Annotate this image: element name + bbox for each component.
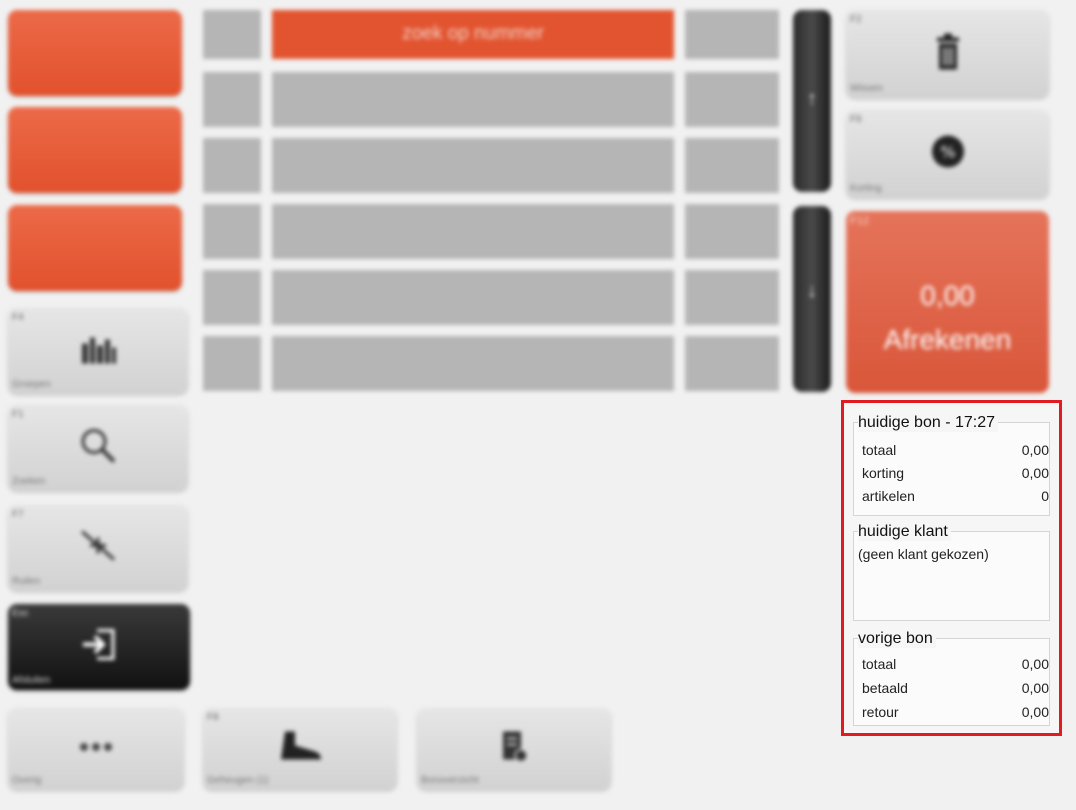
checkout-amount: 0,00 <box>920 280 975 311</box>
line-cell-left <box>203 138 261 193</box>
row-label: totaal <box>862 442 897 458</box>
line-cell-right <box>685 138 779 193</box>
discount-button[interactable]: F6 % Korting <box>846 110 1049 198</box>
current-receipt-row: korting 0,00 <box>862 465 1049 481</box>
memory-button[interactable]: F8 Geheugen (1) <box>203 708 397 790</box>
quick-button-2[interactable] <box>8 107 182 193</box>
line-cell-mid <box>272 336 674 391</box>
checkout-fkey: F12 <box>850 215 869 227</box>
line-cell-right <box>685 336 779 391</box>
arrow-down-icon: ↓ <box>807 280 817 302</box>
exit-door-icon <box>8 627 190 668</box>
line-cell-left <box>203 10 261 59</box>
groups-fkey: F4 <box>12 312 24 323</box>
search-button[interactable]: F1 Zoeken <box>8 405 188 491</box>
line-cell-right <box>685 204 779 259</box>
discount-fkey: F6 <box>850 114 862 125</box>
row-label: korting <box>862 465 905 481</box>
scroll-down-button[interactable]: ↓ <box>793 206 831 392</box>
previous-receipt-row: betaald 0,00 <box>862 680 1049 696</box>
exchange-arrows-icon <box>8 528 188 569</box>
current-customer-text: (geen klant gekozen) <box>858 546 989 562</box>
memory-label: Geheugen (1) <box>207 775 269 786</box>
receipt-list-icon <box>417 730 611 769</box>
row-value: 0,00 <box>1021 442 1049 458</box>
exchange-fkey: F7 <box>12 509 24 520</box>
row-label: artikelen <box>862 488 915 504</box>
row-value: 0,00 <box>1021 704 1049 720</box>
row-label: retour <box>862 704 899 720</box>
line-cell-right <box>685 72 779 127</box>
current-receipt-title: huidige bon - 17:27 <box>858 414 998 432</box>
search-fkey: F1 <box>12 409 24 420</box>
exchange-label: Ruilen <box>12 576 41 587</box>
row-value: 0,00 <box>1021 656 1049 672</box>
row-label: totaal <box>862 656 897 672</box>
line-cell-mid <box>272 204 674 259</box>
search-by-number-label: zoek op nummer <box>402 23 544 44</box>
row-value: 0,00 <box>1021 465 1049 481</box>
row-value: 0 <box>1041 488 1049 504</box>
scroll-up-button[interactable]: ↑ <box>793 10 831 192</box>
groups-button[interactable]: F4 Groepen <box>8 308 188 394</box>
line-cell-left <box>203 204 261 259</box>
row-label: betaald <box>862 680 908 696</box>
other-label: Overig <box>12 775 42 786</box>
clear-fkey: F2 <box>850 14 862 25</box>
clear-button[interactable]: F2 Wissen <box>846 10 1049 98</box>
line-cell-left <box>203 72 261 127</box>
exit-button[interactable]: Esc Afsluiten <box>8 604 190 690</box>
bottles-icon <box>8 332 188 371</box>
line-cell-right <box>685 10 779 59</box>
current-customer-title: huidige klant <box>858 523 951 541</box>
row-value: 0,00 <box>1021 680 1049 696</box>
receipt-info-panel: huidige bon - 17:27 totaal 0,00 korting … <box>841 400 1062 736</box>
other-button[interactable]: Overig <box>8 708 184 790</box>
quick-button-1[interactable] <box>8 10 182 96</box>
line-cell-left <box>203 336 261 391</box>
clear-label: Wissen <box>850 83 883 94</box>
search-by-number-field[interactable]: zoek op nummer <box>272 10 674 59</box>
trash-icon <box>846 32 1049 77</box>
receipt-overview-label: Bonoverzicht <box>421 775 479 786</box>
line-cell-mid <box>272 270 674 325</box>
more-dots-icon <box>8 740 184 758</box>
memory-fkey: F8 <box>207 712 219 723</box>
exit-label: Afsluiten <box>12 675 51 686</box>
discount-label: Korting <box>850 183 882 194</box>
exit-fkey: Esc <box>12 608 29 619</box>
arrow-up-icon: ↑ <box>807 88 817 110</box>
groups-label: Groepen <box>12 379 51 390</box>
line-cell-left <box>203 270 261 325</box>
current-customer-box: huidige klant <box>853 523 1050 621</box>
previous-receipt-title: vorige bon <box>858 630 936 648</box>
line-cell-right <box>685 270 779 325</box>
previous-receipt-row: totaal 0,00 <box>862 656 1049 672</box>
quick-button-3[interactable] <box>8 205 182 291</box>
percent-icon: % <box>846 134 1049 175</box>
svg-text:%: % <box>940 143 955 162</box>
search-icon <box>8 426 188 471</box>
line-cell-mid <box>272 138 674 193</box>
line-cell-mid <box>272 72 674 127</box>
checkout-label: Afrekenen <box>883 324 1012 355</box>
receipt-overview-button[interactable]: Bonoverzicht <box>417 708 611 790</box>
search-label: Zoeken <box>12 476 46 487</box>
previous-receipt-row: retour 0,00 <box>862 704 1049 720</box>
current-receipt-row: totaal 0,00 <box>862 442 1049 458</box>
current-receipt-row: artikelen 0 <box>862 488 1049 504</box>
shoe-icon <box>203 730 397 769</box>
checkout-button[interactable]: F12 0,00 Afrekenen <box>846 211 1049 393</box>
exchange-button[interactable]: F7 Ruilen <box>8 505 188 591</box>
